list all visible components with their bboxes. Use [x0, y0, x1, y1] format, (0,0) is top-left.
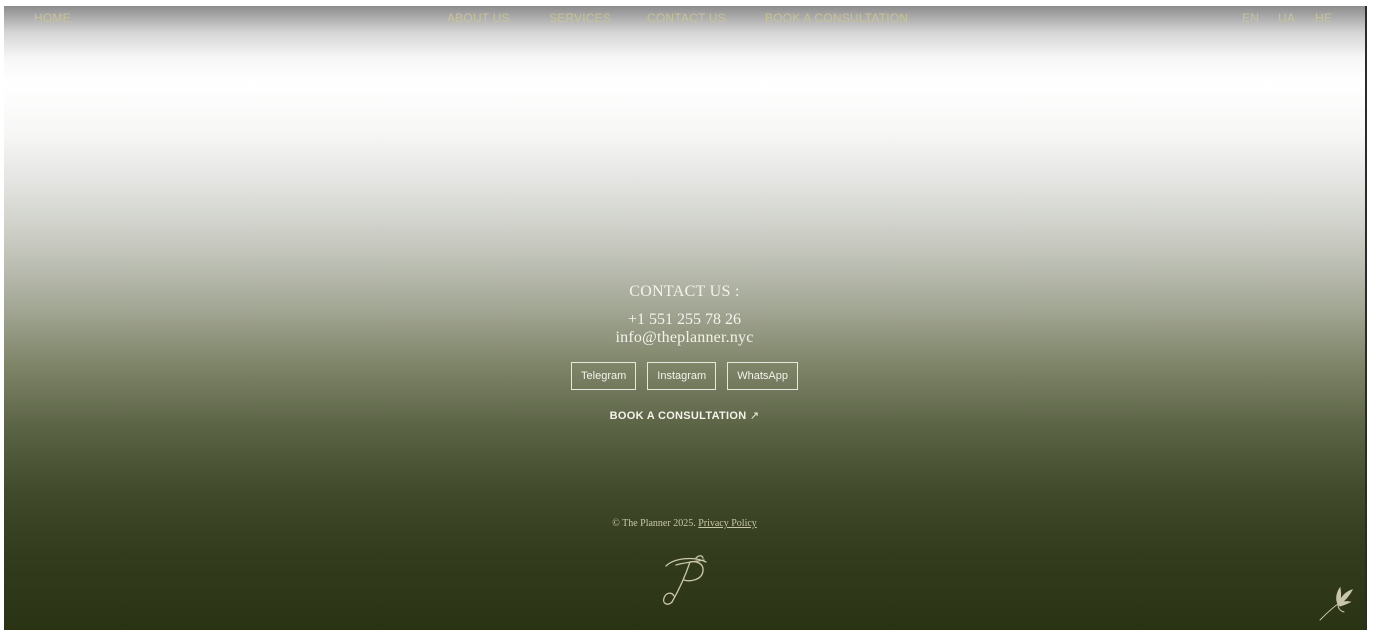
whatsapp-button[interactable]: WhatsApp — [727, 362, 798, 390]
window-edge — [1365, 6, 1367, 630]
bird-icon — [1319, 586, 1353, 621]
contact-email[interactable]: info@theplanner.nyc — [4, 329, 1365, 347]
page: HOME ABOUT US SERVICES CONTACT US BOOK A… — [4, 6, 1365, 630]
lang-en-link[interactable]: EN — [1242, 11, 1259, 25]
nav-home-link[interactable]: HOME — [34, 11, 71, 25]
screenshot-frame: HOME ABOUT US SERVICES CONTACT US BOOK A… — [0, 0, 1373, 630]
copyright-text: © The Planner 2025. — [612, 518, 696, 529]
nav-services-link[interactable]: SERVICES — [549, 11, 611, 25]
arrow-up-right-icon: ↗ — [749, 410, 760, 422]
nav-about-link[interactable]: ABOUT US — [447, 11, 510, 25]
social-buttons: Telegram Instagram WhatsApp — [4, 362, 1365, 390]
contact-title: CONTACT US : — [629, 283, 740, 300]
book-consultation-link[interactable]: BOOK A CONSULTATION — [610, 410, 747, 422]
lang-he-link[interactable]: HE — [1315, 11, 1332, 25]
lang-ua-link[interactable]: UA — [1278, 11, 1295, 25]
privacy-policy-link[interactable]: Privacy Policy — [698, 518, 757, 529]
footer-copyright: © The Planner 2025. Privacy Policy — [4, 518, 1365, 529]
telegram-button[interactable]: Telegram — [571, 362, 637, 390]
monogram-tp-icon — [662, 555, 707, 605]
instagram-button[interactable]: Instagram — [647, 362, 717, 390]
nav-contact-link[interactable]: CONTACT US — [647, 11, 726, 25]
top-navigation: HOME ABOUT US SERVICES CONTACT US BOOK A… — [4, 6, 1365, 30]
contact-phone[interactable]: +1 551 255 78 26 — [4, 311, 1365, 329]
nav-book-consultation-link[interactable]: BOOK A CONSULTATION — [765, 11, 908, 25]
book-consultation-cta: BOOK A CONSULTATION ↗ — [4, 409, 1365, 422]
